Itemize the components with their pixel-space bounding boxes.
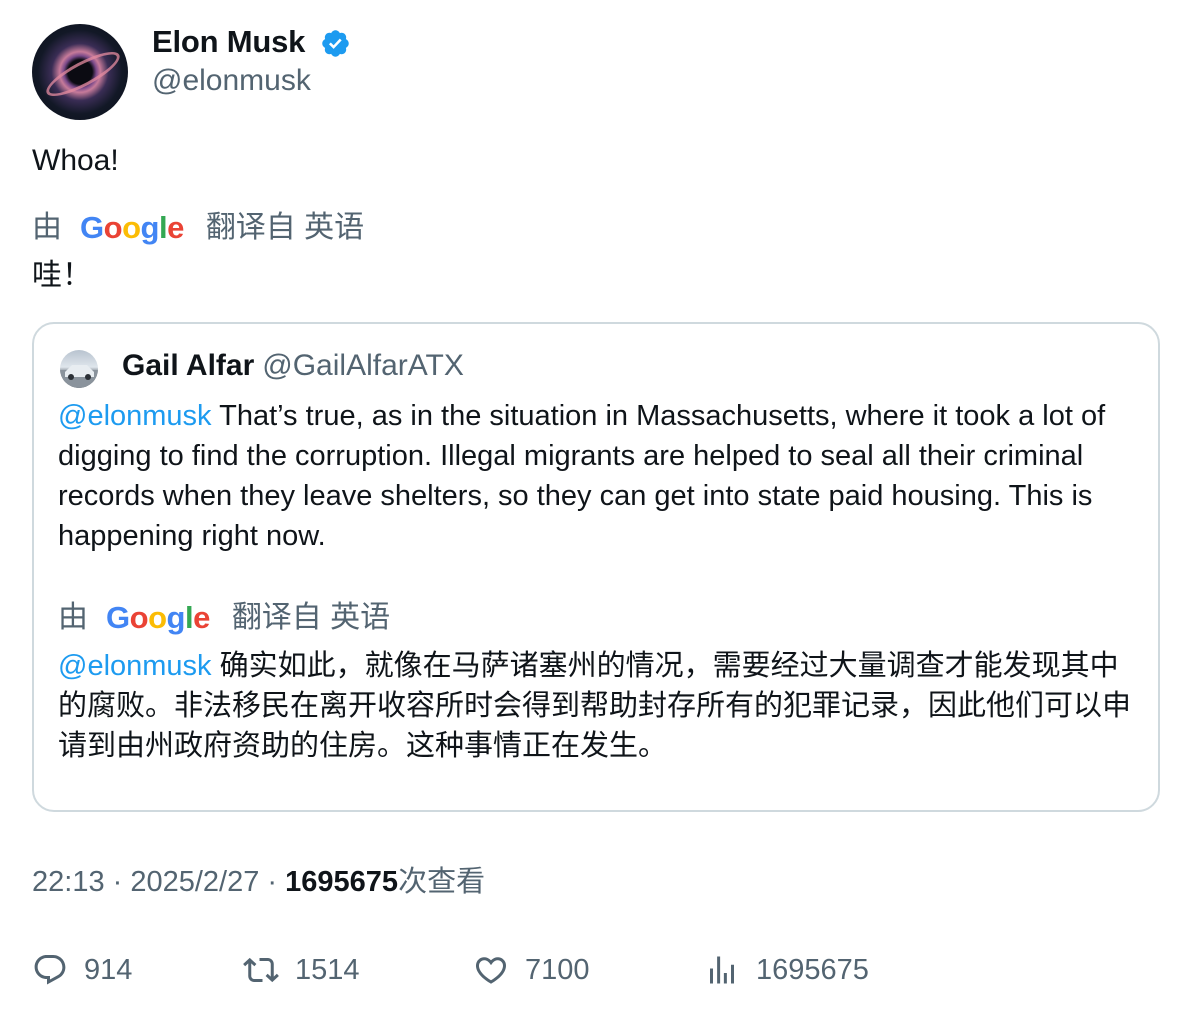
quoted-tweet-text: @elonmusk That’s true, as in the situati… bbox=[58, 396, 1143, 556]
meta-separator: · bbox=[104, 866, 131, 898]
car-icon bbox=[60, 365, 98, 388]
translation-attribution: 由 Google 翻译自 英语 bbox=[32, 208, 364, 248]
retweet-count: 1514 bbox=[295, 953, 360, 986]
quoted-author-name[interactable]: Gail Alfar bbox=[122, 349, 254, 382]
quoted-translated-text: @elonmusk 确实如此，就像在马萨诸塞州的情况，需要经过大量调查才能发现其… bbox=[58, 646, 1143, 766]
reply-button[interactable]: 914 bbox=[32, 948, 132, 992]
quoted-translation-prefix: 由 bbox=[58, 601, 88, 634]
views-chart-icon bbox=[710, 956, 734, 984]
action-bar: 914 1514 7100 1695675 bbox=[32, 948, 1162, 992]
quoted-body: That’s true, as in the situation in Mass… bbox=[58, 400, 1106, 552]
heart-icon bbox=[475, 957, 507, 984]
google-logo: Google bbox=[106, 600, 210, 635]
quoted-translated-body: 确实如此，就像在马萨诸塞州的情况，需要经过大量调查才能发现其中的腐败。非法移民在… bbox=[58, 650, 1132, 762]
tweet-translated-text: 哇！ bbox=[32, 259, 92, 292]
quoted-translation-attribution: 由 Google 翻译自 英语 bbox=[58, 598, 390, 638]
views-count: 1695675 bbox=[756, 953, 869, 986]
reply-count: 914 bbox=[84, 953, 133, 986]
verified-badge-icon bbox=[322, 30, 349, 57]
views-label: 次查看 bbox=[398, 866, 486, 898]
quoted-translation-suffix: 翻译自 英语 bbox=[231, 601, 391, 634]
meta-separator: · bbox=[259, 866, 286, 898]
translation-prefix: 由 bbox=[32, 211, 62, 244]
retweet-button[interactable]: 1514 bbox=[243, 948, 360, 992]
quoted-author-avatar[interactable] bbox=[60, 350, 98, 388]
author-avatar[interactable] bbox=[32, 24, 128, 120]
tweet-date[interactable]: 2025/2/27 bbox=[130, 866, 259, 898]
quoted-translated-mention-link[interactable]: @elonmusk bbox=[58, 650, 212, 682]
like-count: 7100 bbox=[525, 953, 590, 986]
quoted-mention-link[interactable]: @elonmusk bbox=[58, 400, 212, 432]
views-button[interactable]: 1695675 bbox=[704, 948, 869, 992]
author-name[interactable]: Elon Musk bbox=[152, 22, 305, 62]
quoted-tweet-card[interactable]: Gail Alfar @GailAlfarATX @elonmusk That’s… bbox=[32, 322, 1160, 812]
quoted-author-handle[interactable]: @GailAlfarATX bbox=[262, 349, 464, 382]
tweet-text: Whoa! bbox=[32, 144, 119, 177]
quoted-author-line[interactable]: Gail Alfar @GailAlfarATX bbox=[122, 346, 464, 386]
view-count: 1695675 bbox=[285, 866, 399, 898]
tweet-time[interactable]: 22:13 bbox=[32, 866, 105, 898]
retweet-icon bbox=[243, 957, 279, 983]
like-button[interactable]: 7100 bbox=[473, 948, 590, 992]
author-handle[interactable]: @elonmusk bbox=[152, 62, 311, 100]
translation-suffix: 翻译自 英语 bbox=[205, 211, 365, 244]
tweet-meta: 22:13 · 2025/2/27 · 1695675次查看 bbox=[32, 862, 485, 902]
reply-icon bbox=[34, 955, 66, 985]
google-logo: Google bbox=[80, 210, 184, 245]
